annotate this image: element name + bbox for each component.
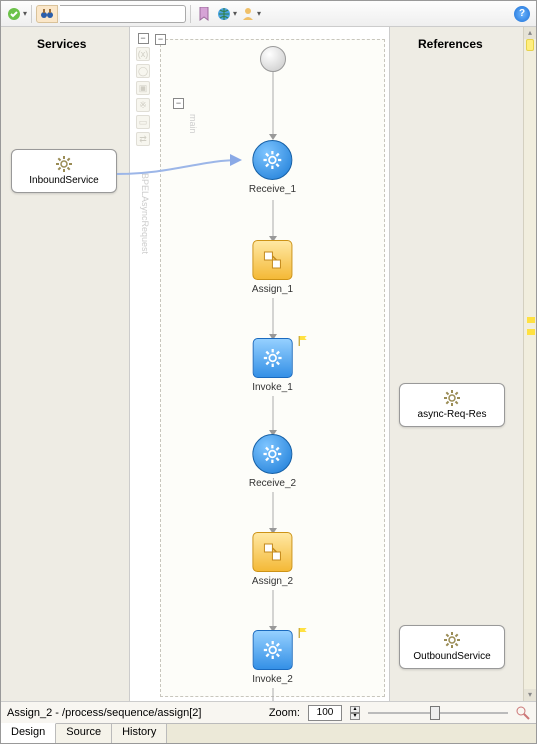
sequence-scope: − − main [160,39,385,697]
palette-partner-icon[interactable]: ※ [136,98,150,112]
designer-window: ▾ ▾ ▾ ? Services Inbou [0,0,537,744]
toolbar: ▾ ▾ ▾ ? [1,1,536,27]
inbound-service-label: InboundService [29,175,99,186]
search-input[interactable] [60,5,186,23]
editor-tabs: Design Source History [1,723,536,743]
overview-scrollbar[interactable]: ▴ ▾ [523,27,536,701]
tab-source[interactable]: Source [56,724,112,743]
receive2-label: Receive_2 [249,478,296,489]
gear-icon [56,156,72,172]
services-heading: Services [37,37,86,51]
flag-icon [298,335,310,347]
canvas-column[interactable]: − (x) ◯ ▣ ※ ▭ ⇄ BPELAsyncRequest − − mai… [130,27,389,701]
zoom-fit-icon[interactable] [516,706,530,720]
chevron-down-icon: ▾ [23,9,27,18]
palette: − (x) ◯ ▣ ※ ▭ ⇄ BPELAsyncRequest [134,33,152,146]
zoom-down-icon[interactable]: ▾ [350,713,360,720]
invoke2-label: Invoke_2 [252,674,293,685]
outbound-service-box[interactable]: OutboundService [399,625,505,669]
assign2-node[interactable]: Assign_2 [252,532,293,587]
zoom-up-icon[interactable]: ▴ [350,706,360,713]
gear-icon [444,632,460,648]
references-heading: References [418,37,483,51]
async-req-res-box[interactable]: async-Req-Res [399,383,505,427]
bookmark-icon[interactable] [195,5,213,23]
start-node[interactable] [260,46,286,72]
tab-design[interactable]: Design [1,723,56,743]
collapse-icon[interactable]: − [138,33,149,44]
invoke1-label: Invoke_1 [252,382,293,393]
inbound-service-box[interactable]: InboundService [11,149,117,193]
assign2-label: Assign_2 [252,576,293,587]
invoke2-node[interactable]: Invoke_2 [252,630,293,685]
services-column: Services InboundService [1,27,130,701]
chevron-down-icon: ▾ [257,9,261,18]
gear-icon [263,151,281,169]
scrollbar-thumb[interactable] [526,39,534,51]
outbound-service-label: OutboundService [413,651,490,662]
separator [31,5,32,23]
async-req-res-label: async-Req-Res [418,409,487,420]
receive1-node[interactable]: Receive_1 [249,140,296,195]
receive1-label: Receive_1 [249,184,296,195]
assign1-label: Assign_1 [252,284,293,295]
separator [190,5,191,23]
search-group [36,5,186,23]
validate-dropdown[interactable]: ▾ [7,7,27,21]
assign-icon [262,542,282,562]
gear-icon [264,641,282,659]
overview-marker [527,329,535,335]
zoom-label: Zoom: [269,707,300,719]
gear-icon [263,445,281,463]
palette-scope-icon[interactable]: ▭ [136,115,150,129]
person-dropdown[interactable]: ▾ [241,7,261,21]
receive2-node[interactable]: Receive_2 [249,434,296,489]
assign-icon [262,250,282,270]
scroll-up-icon[interactable]: ▴ [524,27,536,39]
references-column: References async-Req-Res OutboundService… [389,27,536,701]
status-bar: Assign_2 - /process/sequence/assign[2] Z… [1,701,536,723]
world-dropdown[interactable]: ▾ [217,7,237,21]
help-icon[interactable]: ? [514,6,530,22]
zoom-slider[interactable] [368,710,508,716]
binoculars-icon[interactable] [36,5,58,23]
flag-icon [298,627,310,639]
invoke1-node[interactable]: Invoke_1 [252,338,293,393]
slider-thumb[interactable] [430,706,440,720]
gear-icon [264,349,282,367]
palette-activity-icon[interactable]: ◯ [136,64,150,78]
zoom-input[interactable] [308,705,342,721]
palette-var-icon[interactable]: (x) [136,47,150,61]
flow-container: Receive_1 Assign_1 Invoke_1 [161,40,384,696]
palette-assign-icon[interactable]: ▣ [136,81,150,95]
zoom-spinner[interactable]: ▴ ▾ [350,706,360,720]
bpel-label: BPELAsyncRequest [140,173,150,254]
selection-path: Assign_2 - /process/sequence/assign[2] [7,707,201,719]
overview-marker [527,317,535,323]
gear-icon [444,390,460,406]
main-area: Services InboundService − (x) ◯ ▣ ※ ▭ ⇄ … [1,27,536,701]
palette-link-icon[interactable]: ⇄ [136,132,150,146]
tab-history[interactable]: History [112,724,167,743]
scroll-down-icon[interactable]: ▾ [524,689,536,701]
assign1-node[interactable]: Assign_1 [252,240,293,295]
chevron-down-icon: ▾ [233,9,237,18]
